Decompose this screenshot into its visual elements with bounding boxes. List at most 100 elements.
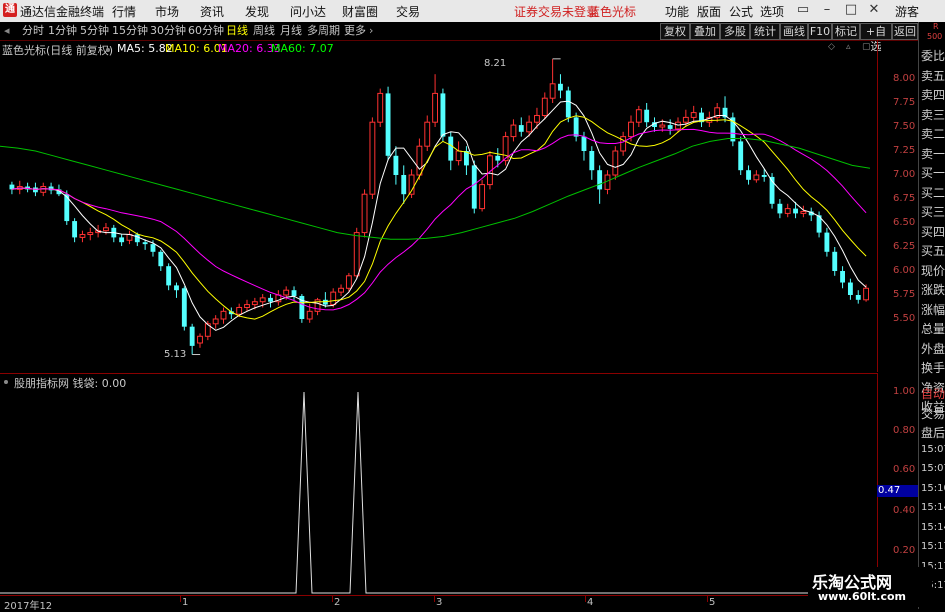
- quote-field-label[interactable]: 涨跌: [921, 281, 945, 298]
- f10-button[interactable]: F10: [808, 23, 832, 40]
- back-button[interactable]: 返回: [892, 23, 918, 40]
- indicator-chart[interactable]: [0, 374, 877, 596]
- cursor-value-badge: 0.47: [877, 485, 919, 497]
- ma20-line: [11, 128, 867, 311]
- candle-body: [197, 335, 203, 344]
- trade-time: 15:10: [921, 482, 945, 494]
- quote-field-label[interactable]: 卖二: [921, 125, 945, 142]
- period-5min[interactable]: 5分钟: [80, 22, 109, 40]
- candle-body: [761, 175, 767, 177]
- period-monthly[interactable]: 月线: [280, 22, 302, 40]
- y-label: 7.50: [893, 121, 916, 132]
- period-daily[interactable]: 日线: [226, 22, 248, 40]
- menu-formula[interactable]: 公式: [729, 3, 753, 20]
- period-multi[interactable]: 多周期: [307, 22, 340, 40]
- menu-market-quotes[interactable]: 行情: [112, 3, 136, 20]
- candle-body: [682, 116, 689, 123]
- candle-body: [330, 291, 337, 306]
- quote-field-label[interactable]: 委比: [921, 47, 945, 64]
- menu-wealth-circle[interactable]: 财富圈: [342, 3, 378, 20]
- app-title: 通达信金融终端: [20, 5, 105, 19]
- menu-discover[interactable]: 发现: [245, 3, 269, 20]
- candle-body: [291, 290, 297, 296]
- candle-body: [541, 97, 548, 116]
- maximize-icon[interactable]: □: [843, 2, 859, 18]
- restore-icon[interactable]: ▭: [795, 2, 811, 18]
- quote-field-label[interactable]: 卖一: [921, 145, 945, 162]
- draw-line-button[interactable]: 画线: [780, 23, 808, 40]
- quote-field-label[interactable]: 外盘: [921, 340, 945, 357]
- quote-field-label[interactable]: 买三: [921, 203, 945, 220]
- menu-news[interactable]: 资讯: [200, 3, 224, 20]
- candle-body: [283, 289, 290, 296]
- panel-tab[interactable]: 交易: [921, 405, 945, 422]
- close-icon[interactable]: ✕: [866, 2, 882, 18]
- y-label: 8.00: [893, 73, 916, 84]
- quote-field-label[interactable]: 卖四: [921, 86, 945, 103]
- period-15min[interactable]: 15分钟: [112, 22, 148, 40]
- period-intraday[interactable]: 分时: [22, 22, 44, 40]
- add-favorite-button[interactable]: +自选: [860, 23, 892, 53]
- statistics-button[interactable]: 统计: [750, 23, 780, 40]
- menu-layout[interactable]: 版面: [697, 3, 721, 20]
- indicator-panel[interactable]: 股朋指标网 钱袋: 0.00: [0, 373, 878, 596]
- trade-login-warning[interactable]: 证券交易未登录: [514, 3, 598, 20]
- quote-field-label[interactable]: 买五: [921, 242, 945, 259]
- candle-body: [534, 114, 540, 123]
- quote-field-label[interactable]: 买二: [921, 184, 945, 201]
- mark-button[interactable]: 标记: [832, 23, 860, 40]
- quote-field-label[interactable]: 买四: [921, 223, 945, 240]
- candle-body: [597, 170, 603, 190]
- menu-function[interactable]: 功能: [665, 3, 689, 20]
- candle-body: [667, 125, 673, 129]
- period-1min[interactable]: 1分钟: [48, 22, 77, 40]
- candle-body: [268, 297, 273, 302]
- guest-label[interactable]: 游客: [895, 3, 919, 20]
- candle-body: [628, 121, 634, 138]
- menu-market[interactable]: 市场: [155, 3, 179, 20]
- period-30min[interactable]: 30分钟: [150, 22, 186, 40]
- period-60min[interactable]: 60分钟: [188, 22, 224, 40]
- quote-field-label[interactable]: 卖五: [921, 67, 945, 84]
- candle-body: [581, 136, 587, 151]
- menu-trade[interactable]: 交易: [396, 3, 420, 20]
- candle-body: [369, 121, 376, 195]
- candle-body: [440, 93, 446, 137]
- candle-body: [644, 109, 650, 123]
- panel-tab[interactable]: 盘后: [921, 424, 945, 441]
- chevron-right-icon[interactable]: ›: [369, 22, 373, 40]
- menu-ask-xiaoda[interactable]: 问小达: [290, 3, 326, 20]
- panel-tab[interactable]: 自动: [921, 385, 945, 402]
- quote-field-label[interactable]: 涨幅: [921, 301, 945, 318]
- quote-field-label[interactable]: 现价: [921, 262, 945, 279]
- quote-field-label[interactable]: 卖三: [921, 106, 945, 123]
- y-label: 6.25: [893, 241, 916, 252]
- main-chart-panel[interactable]: 蓝色光标(日线 前复权) MA5: 5.82 MA10: 6.01 MA20: …: [0, 40, 878, 372]
- quote-field-label[interactable]: 换手: [921, 359, 945, 376]
- period-more[interactable]: 更多: [344, 22, 366, 40]
- candle-body: [840, 271, 846, 283]
- toolbar-scroll-icon[interactable]: ◂: [4, 22, 10, 40]
- candle-body: [189, 326, 195, 346]
- candle-body: [236, 306, 243, 315]
- menu-options[interactable]: 选项: [760, 3, 784, 20]
- multi-stock-button[interactable]: 多股: [720, 23, 750, 40]
- candle-body: [753, 174, 760, 181]
- candle-body: [518, 125, 524, 132]
- panel-top-500: 500: [927, 32, 943, 41]
- candle-body: [377, 92, 384, 123]
- quote-field-label[interactable]: 总量: [921, 320, 945, 337]
- candle-body: [738, 141, 744, 171]
- adjust-button[interactable]: 复权: [660, 23, 690, 40]
- candlestick-chart[interactable]: [0, 40, 877, 372]
- tdx-logo-icon: 通: [3, 3, 17, 17]
- candle-body: [659, 124, 666, 128]
- x-axis-label: 1: [182, 597, 189, 608]
- trade-time: 15:07: [921, 463, 945, 474]
- overlay-button[interactable]: 叠加: [690, 23, 720, 40]
- y-label: 7.75: [893, 97, 916, 108]
- period-weekly[interactable]: 周线: [253, 22, 275, 40]
- quote-field-label[interactable]: 买一: [921, 164, 945, 181]
- minimize-icon[interactable]: –: [819, 2, 835, 18]
- candle-body: [166, 266, 172, 286]
